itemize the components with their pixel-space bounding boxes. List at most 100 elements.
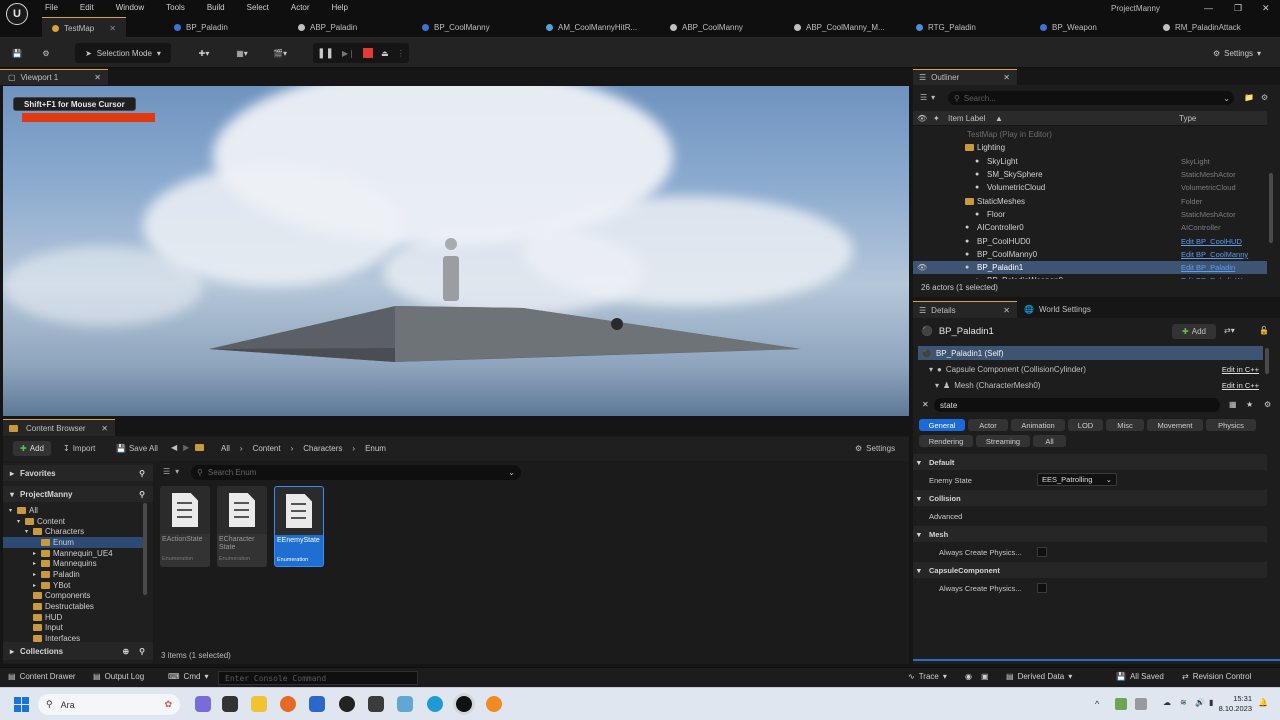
chevron-icon[interactable]: ▾ — [9, 507, 17, 514]
tab-abp-coolmanny[interactable]: ABP_CoolManny — [670, 17, 743, 38]
save-all-button[interactable]: 💾 Save All — [116, 444, 158, 453]
outliner-type[interactable]: Edit BP_PaladinWeapon — [1181, 276, 1263, 279]
crumb-characters[interactable]: Characters — [303, 444, 342, 453]
filter-all[interactable]: All — [1033, 435, 1066, 447]
cinematics-button[interactable]: 🎬▾ — [266, 43, 294, 63]
favorites-header[interactable]: ▸ Favorites ⚲ — [3, 465, 153, 481]
eject-icon[interactable]: ⏏ — [381, 49, 389, 58]
tree-item[interactable]: ▸ Paladin — [3, 569, 145, 580]
filter-movement[interactable]: Movement — [1147, 419, 1203, 431]
tab-bp-weapon[interactable]: BP_Weapon — [1040, 17, 1097, 38]
blender-icon[interactable] — [486, 696, 502, 712]
outliner-type[interactable]: Edit BP_Paladin — [1181, 263, 1235, 272]
trace-dropdown[interactable]: ∿ Trace ▾ — [908, 672, 947, 681]
edit-in-cpp-link[interactable]: Edit in C++ — [1222, 365, 1259, 374]
add-button[interactable]: ✚ Add — [13, 441, 51, 456]
menu-actor[interactable]: Actor — [291, 3, 310, 12]
all-saved-indicator[interactable]: 💾 All Saved — [1116, 672, 1164, 681]
tab-content-browser[interactable]: Content Browser ✕ — [3, 419, 115, 436]
close-tab-icon[interactable]: ✕ — [109, 24, 116, 33]
tab-abp-paladin[interactable]: ABP_Paladin — [298, 17, 357, 38]
add-folder-icon[interactable]: 📁 — [1244, 93, 1254, 102]
search-icon[interactable]: ⚲ — [139, 469, 145, 478]
tab-rm-paladinattack[interactable]: RM_PaladinAttack — [1163, 17, 1241, 38]
collections-header[interactable]: ▸ Collections ⊕ ⚲ — [3, 642, 153, 660]
prop-advanced[interactable]: Advanced — [913, 508, 1267, 524]
tree-item[interactable]: ▸ YBot — [3, 580, 145, 591]
menu-file[interactable]: File — [45, 3, 58, 12]
tree-item[interactable]: ▾ Characters — [3, 526, 145, 537]
outliner-row[interactable]: 👁 ● BP_Paladin1 Edit BP_Paladin — [913, 261, 1267, 275]
close-window-icon[interactable]: ✕ — [1262, 3, 1270, 14]
search-icon[interactable]: ⚲ — [139, 647, 145, 656]
star-icon[interactable]: ★ — [1246, 400, 1253, 409]
derived-data-dropdown[interactable]: ▤ Derived Data ▾ — [1006, 672, 1072, 681]
firefox-icon[interactable] — [280, 696, 296, 712]
chevron-icon[interactable]: ▸ — [33, 582, 41, 589]
battery-icon[interactable]: ▮ — [1209, 698, 1213, 707]
minimize-icon[interactable]: — — [1204, 3, 1213, 13]
crumb-enum[interactable]: Enum — [365, 444, 386, 453]
enemy-state-dropdown[interactable]: EES_Patrolling ⌄ — [1037, 473, 1117, 486]
col-item-label[interactable]: Item Label — [948, 114, 985, 123]
copilot-icon[interactable] — [195, 696, 211, 712]
pin-icon[interactable]: ✦ — [933, 114, 940, 123]
tab-testmap[interactable]: TestMap ✕ — [42, 17, 126, 38]
close-tab-icon[interactable]: ✕ — [101, 424, 108, 433]
app-icon[interactable] — [339, 696, 355, 712]
tree-item[interactable]: ▾ All — [3, 505, 145, 516]
output-log-button[interactable]: ▤ Output Log — [93, 672, 144, 681]
add-actor-button[interactable]: ✚▾ — [190, 43, 218, 63]
tab-rtg-paladin[interactable]: RTG_Paladin — [916, 17, 976, 38]
record-icon[interactable]: ◉ — [965, 672, 972, 681]
search-icon[interactable]: ⚲ — [139, 490, 145, 499]
outliner-row[interactable]: ● VolumetricCloud VolumetricCloud — [913, 181, 1267, 194]
outliner-type[interactable]: Edit BP_CoolHUD — [1181, 237, 1242, 246]
menu-tools[interactable]: Tools — [166, 3, 185, 12]
filter-physics[interactable]: Physics — [1206, 419, 1256, 431]
checkbox[interactable] — [1037, 547, 1047, 557]
menu-help[interactable]: Help — [332, 3, 348, 12]
outliner-row[interactable]: TestMap (Play in Editor) — [913, 128, 1267, 141]
wifi-icon[interactable]: ≋ — [1180, 698, 1187, 707]
asset-tile[interactable]: ECharacter State Enumeration — [217, 486, 267, 567]
tree-item[interactable]: Input — [3, 623, 145, 634]
tree-scrollbar[interactable] — [143, 503, 147, 595]
filter-rendering[interactable]: Rendering — [919, 435, 973, 447]
maximize-icon[interactable]: ❐ — [1234, 3, 1242, 14]
asset-tile[interactable]: EActionState Enumeration — [160, 486, 210, 567]
clock[interactable]: 15:31 8.10.2023 — [1216, 694, 1252, 714]
save-icon[interactable]: 💾 — [8, 43, 26, 63]
tab-world-settings[interactable]: 🌐 World Settings — [1024, 305, 1091, 314]
forward-icon[interactable]: ▶ — [183, 443, 189, 452]
chevron-icon[interactable]: ▸ — [33, 550, 41, 557]
outliner-type[interactable]: Edit BP_CoolManny — [1181, 250, 1248, 259]
edit-in-cpp-link[interactable]: Edit in C++ — [1222, 381, 1259, 390]
unreal-logo[interactable]: U — [6, 3, 28, 25]
pause-icon[interactable]: ❚❚ — [317, 48, 334, 59]
filter-misc[interactable]: Misc — [1106, 419, 1144, 431]
screenshot-icon[interactable]: ▣ — [981, 672, 989, 681]
chevron-icon[interactable]: ▸ — [33, 560, 41, 567]
menu-build[interactable]: Build — [207, 3, 225, 12]
chevron-icon[interactable]: ▾ — [17, 518, 25, 525]
outliner-row[interactable]: Lighting — [913, 141, 1267, 154]
outliner-scrollbar[interactable] — [1269, 173, 1273, 243]
more-options-icon[interactable]: ⋮ — [397, 49, 405, 58]
outliner-row[interactable]: ● SM_SkySphere StaticMeshActor — [913, 168, 1267, 181]
outliner-row[interactable]: ● BP_PaladinWeapon0 Edit BP_PaladinWeapon — [913, 274, 1267, 279]
cmd-dropdown[interactable]: ⌨ Cmd ▾ — [168, 672, 208, 681]
tree-item[interactable]: Enum — [3, 537, 145, 548]
add-component-button[interactable]: ✚ Add — [1172, 324, 1216, 339]
filter-streaming[interactable]: Streaming — [976, 435, 1030, 447]
eye-icon[interactable]: 👁 — [917, 114, 927, 123]
windows-start-icon[interactable] — [14, 697, 30, 713]
filter-general[interactable]: General — [919, 419, 965, 431]
tab-bp-paladin[interactable]: BP_Paladin — [174, 17, 228, 38]
outliner-row[interactable]: ● BP_CoolManny0 Edit BP_CoolManny — [913, 248, 1267, 261]
content-drawer-button[interactable]: ▤ Content Drawer — [8, 672, 76, 681]
gear-icon[interactable]: ⚙ — [1264, 400, 1271, 409]
tree-item[interactable]: ▾ Content — [3, 516, 145, 527]
outliner-row[interactable]: StaticMeshes Folder — [913, 195, 1267, 208]
tab-am-coolmannyhit[interactable]: AM_CoolMannyHitR... — [546, 17, 637, 38]
